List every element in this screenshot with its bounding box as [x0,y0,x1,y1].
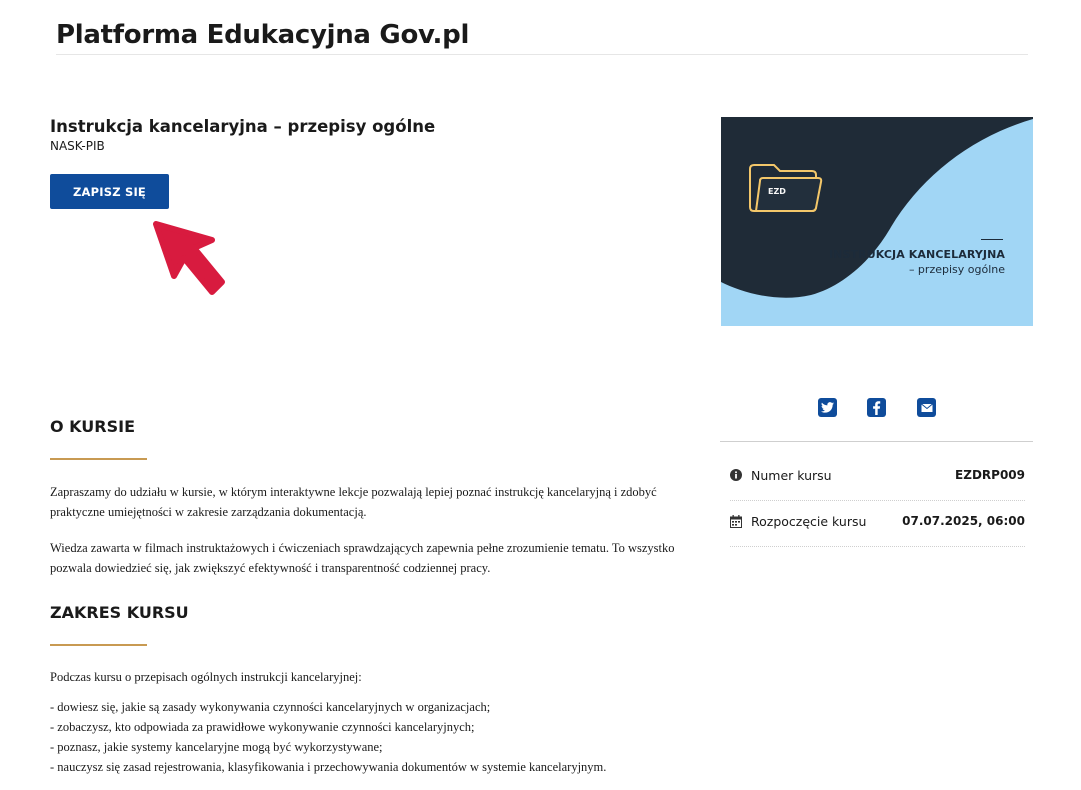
email-share-button[interactable] [917,398,936,417]
list-item: - dowiesz się, jakie są zasady wykonywan… [50,700,491,714]
course-number-row: Numer kursu EZDRP009 [730,454,1025,501]
calendar-icon [730,515,742,528]
course-start-value: 07.07.2025, 06:00 [902,514,1025,528]
twitter-share-button[interactable] [818,398,837,417]
envelope-icon [920,403,933,412]
course-banner: EZD INSTRUKCJA KANCELARYJNA – przepisy o… [721,117,1033,326]
annotation-arrow-icon [153,221,225,295]
scope-list: - dowiesz się, jakie są zasady wykonywan… [50,697,710,777]
banner-subtitle: – przepisy ogólne [908,263,1005,276]
about-underline [50,458,147,460]
ezd-logo: EZD [768,187,786,196]
about-paragraph: Zapraszamy do udziału w kursie, w którym… [50,485,657,519]
info-circle-icon [730,469,742,481]
enroll-button[interactable]: ZAPISZ SIĘ [50,174,169,209]
facebook-share-button[interactable] [867,398,886,417]
list-item: - zobaczysz, kto odpowiada za prawidłowe… [50,720,475,734]
course-number-label: Numer kursu [751,468,832,483]
course-title: Instrukcja kancelaryjna – przepisy ogóln… [50,117,436,136]
list-item: - poznasz, jakie systemy kancelaryjne mo… [50,740,383,754]
header-divider [56,54,1028,55]
sidebar-divider [720,441,1033,442]
banner-background [721,117,1033,298]
course-provider: NASK-PIB [50,139,105,153]
scope-intro: Podczas kursu o przepisach ogólnych inst… [50,670,362,684]
banner-title: INSTRUKCJA KANCELARYJNA [829,248,1005,261]
scope-heading: ZAKRES KURSU [50,603,189,622]
about-heading: O KURSIE [50,417,136,436]
site-title[interactable]: Platforma Edukacyjna Gov.pl [56,20,469,50]
twitter-icon [821,402,834,413]
scope-underline [50,644,147,646]
course-start-row: Rozpoczęcie kursu 07.07.2025, 06:00 [730,500,1025,547]
facebook-icon [873,400,881,415]
course-number-value: EZDRP009 [955,468,1025,482]
about-paragraph: Wiedza zawarta w filmach instruktażowych… [50,541,675,575]
list-item: - nauczysz się zasad rejestrowania, klas… [50,760,607,774]
banner-divider [981,239,1003,240]
course-start-label: Rozpoczęcie kursu [751,514,867,529]
